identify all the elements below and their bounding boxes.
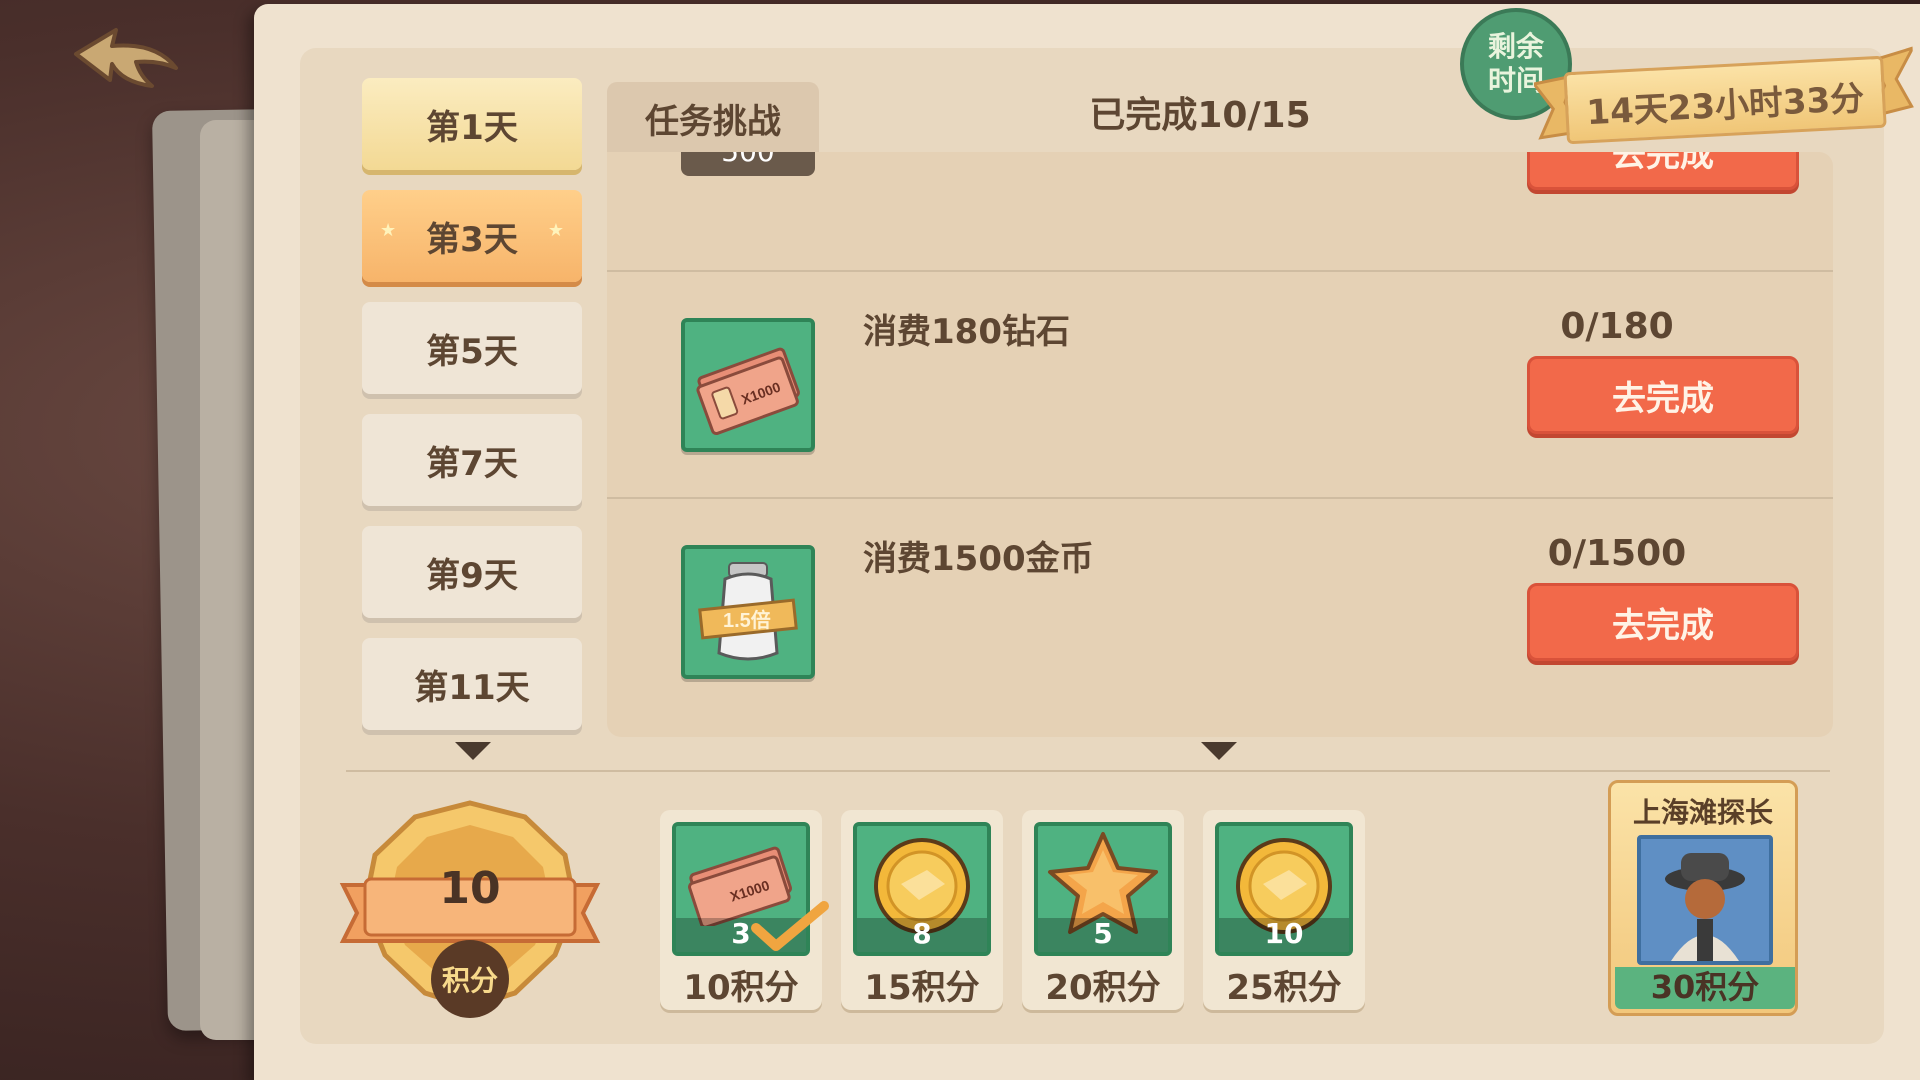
day-tab-label: 第1天: [426, 107, 518, 148]
milk-label: 1.5倍: [723, 608, 771, 632]
day-tab-9[interactable]: 第9天: [362, 526, 582, 618]
day-tab-11[interactable]: 第11天: [362, 638, 582, 730]
list-item: 1.5倍 消费1500金币 0/1500 去完成: [607, 497, 1833, 724]
day-tab-label: 第11天: [414, 667, 530, 708]
final-reward-card[interactable]: 上海滩探长 30积分: [1608, 780, 1798, 1016]
score-label: 积分: [431, 940, 509, 1018]
detective-avatar-icon: [1637, 835, 1773, 965]
day-tab-label: 第9天: [426, 555, 518, 596]
reward-points: 15积分: [864, 968, 980, 1008]
reward-count: 8: [912, 917, 932, 950]
gold-coin-icon: 10: [1215, 822, 1353, 956]
reward-points: 20积分: [1045, 968, 1161, 1008]
back-arrow-icon[interactable]: [66, 24, 186, 104]
day-tab-1[interactable]: 第1天: [362, 78, 582, 170]
milk-1.5x-icon: 1.5倍: [681, 545, 815, 679]
day-tab-label: 第3天: [426, 219, 518, 260]
list-item: X1000 消费180钻石 0/180 去完成: [607, 270, 1833, 497]
checkmark-icon: [751, 901, 829, 951]
remaining-label-line1: 剩余: [1487, 30, 1544, 63]
star-icon: 5: [1034, 822, 1172, 956]
day-tab-7[interactable]: 第7天: [362, 414, 582, 506]
final-reward-points: 30积分: [1615, 967, 1795, 1009]
day-tab-3[interactable]: ★ 第3天 ★: [362, 190, 582, 282]
reward-points: 10积分: [683, 968, 799, 1008]
day-tab-5[interactable]: 第5天: [362, 302, 582, 394]
chevron-down-icon[interactable]: [1201, 742, 1237, 760]
score-emblem: 10 积分: [335, 795, 605, 1020]
task-title: 消费180钻石: [863, 312, 1070, 352]
go-complete-button[interactable]: 去完成: [1527, 152, 1799, 190]
task-progress: 0/1500: [1547, 533, 1687, 574]
score-value: 10: [439, 863, 501, 914]
partial-reward-badge: 500: [681, 152, 815, 176]
go-complete-button[interactable]: 去完成: [1527, 356, 1799, 434]
diamond-ticket-icon: X1000: [681, 318, 815, 452]
reward-item[interactable]: 10 25积分: [1203, 810, 1365, 1010]
go-complete-button[interactable]: 去完成: [1527, 583, 1799, 661]
day-tab-label: 第5天: [426, 331, 518, 372]
gold-coin-icon: 8: [853, 822, 991, 956]
reward-item[interactable]: 8 15积分: [841, 810, 1003, 1010]
reward-item[interactable]: 5 20积分: [1022, 810, 1184, 1010]
star-icon: ★: [380, 220, 397, 241]
star-icon: ★: [547, 220, 564, 241]
reward-points: 25积分: [1226, 968, 1342, 1008]
chevron-down-icon[interactable]: [455, 742, 491, 760]
reward-count: 10: [1264, 917, 1304, 950]
reward-item[interactable]: X1000 3 10积分: [660, 810, 829, 1010]
final-reward-title: 上海滩探长: [1632, 796, 1773, 829]
completed-count: 已完成10/15: [1089, 95, 1311, 136]
day-tab-list: 第1天 ★ 第3天 ★ 第5天 第7天 第9天 第11天: [362, 78, 582, 750]
task-list[interactable]: 500 去完成 X1000 消费180钻石 0/180 去完成 1.5倍: [607, 152, 1833, 737]
task-progress: 0/180: [1560, 306, 1674, 347]
task-title: 消费1500金币: [863, 539, 1094, 579]
divider: [346, 770, 1830, 772]
reward-count: 5: [1093, 917, 1113, 950]
day-tab-label: 第7天: [426, 443, 518, 484]
tab-task-challenge[interactable]: 任务挑战: [607, 82, 819, 154]
